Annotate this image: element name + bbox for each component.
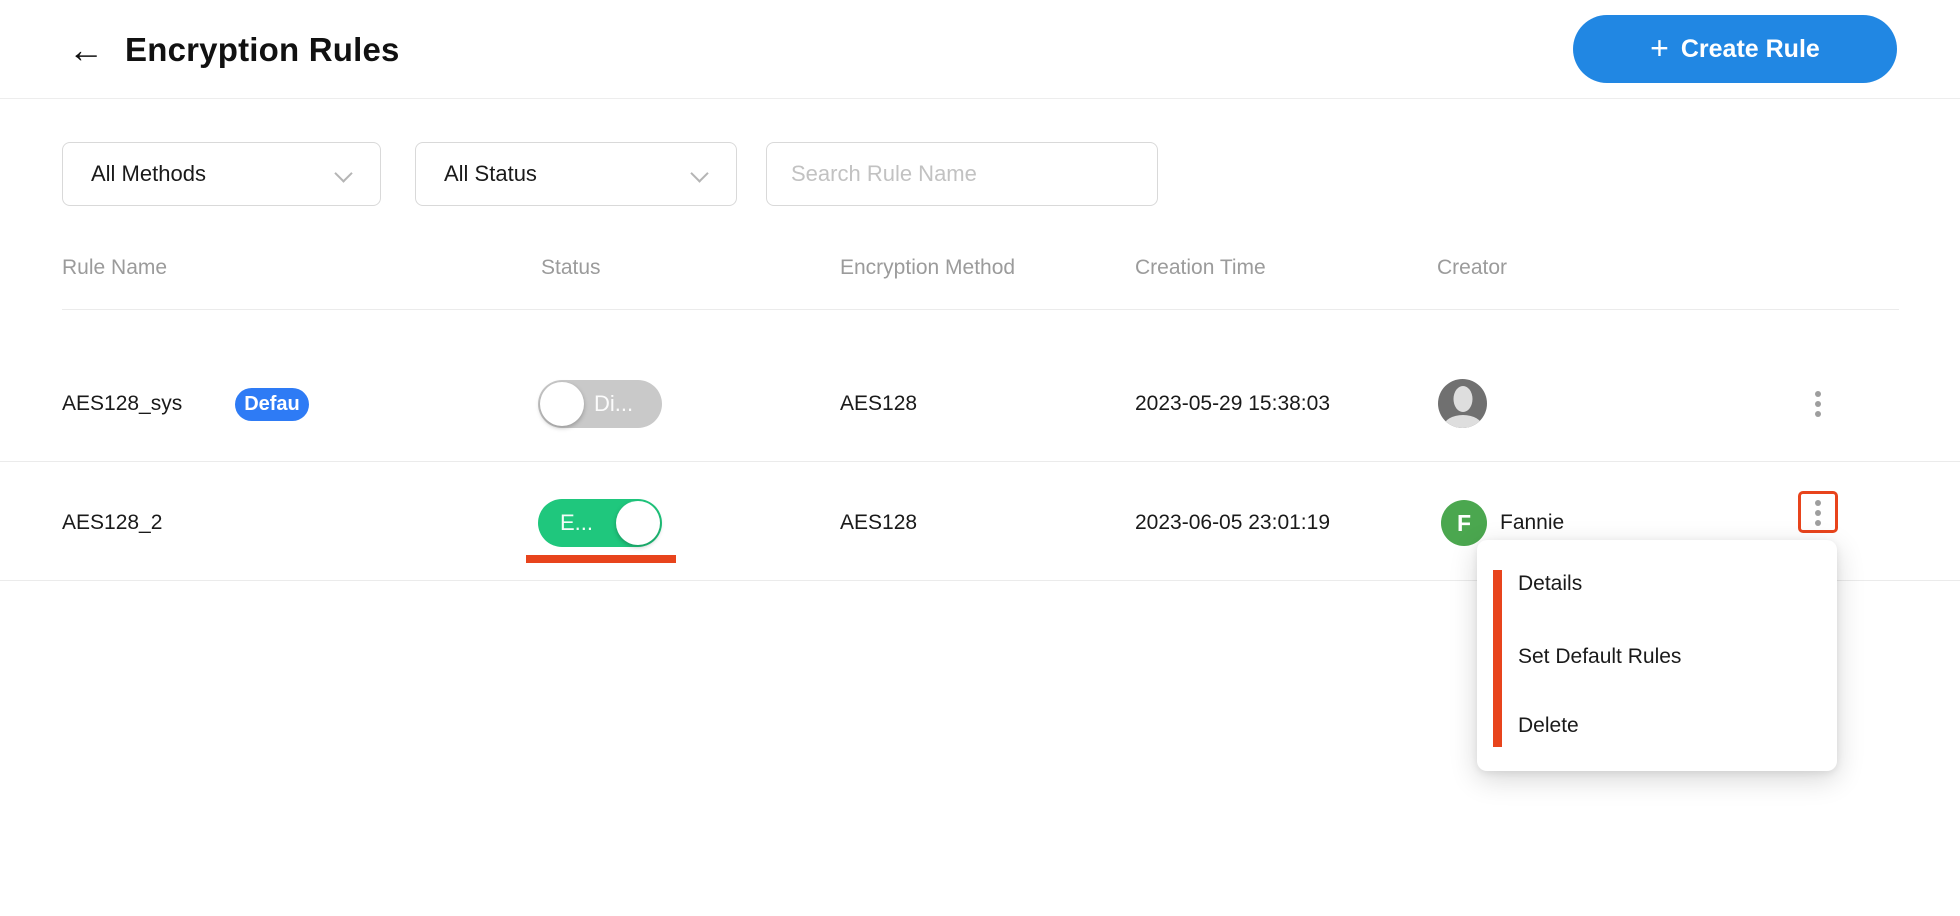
toggle-label: Di... [594, 391, 634, 416]
encryption-method: AES128 [840, 392, 918, 415]
col-header-creator: Creator [1437, 256, 1508, 279]
kebab-dot [1815, 411, 1821, 417]
search-box [766, 142, 1158, 206]
kebab-dot [1815, 391, 1821, 397]
menu-accent-bar [1493, 570, 1502, 747]
creation-time: 2023-05-29 15:38:03 [1135, 392, 1330, 415]
rule-name: AES128_sys [62, 392, 183, 415]
avatar [1438, 379, 1487, 428]
back-arrow-icon[interactable]: ← [64, 28, 108, 72]
status-filter-select[interactable]: All Status [415, 142, 737, 206]
toggle-knob [616, 501, 660, 545]
avatar: F [1441, 500, 1487, 546]
encryption-method: AES128 [840, 511, 918, 534]
create-rule-button[interactable]: + Create Rule [1573, 15, 1897, 83]
toggle-knob [540, 382, 584, 426]
col-header-encryption-method: Encryption Method [840, 256, 1016, 279]
method-filter-value: All Methods [91, 161, 206, 186]
chevron-down-icon [334, 164, 353, 183]
method-filter-select[interactable]: All Methods [62, 142, 381, 206]
create-rule-label: Create Rule [1680, 34, 1820, 63]
col-header-status: Status [541, 256, 601, 279]
menu-item-set-default-rules[interactable]: Set Default Rules [1518, 645, 1681, 669]
filter-bar: All Methods All Status [0, 142, 1960, 206]
creator-name: Fannie [1500, 511, 1565, 534]
toggle-label: E... [560, 510, 594, 535]
col-header-creation-time: Creation Time [1135, 256, 1266, 279]
status-filter-value: All Status [444, 161, 537, 186]
rule-name: AES128_2 [62, 511, 163, 534]
kebab-dot [1815, 401, 1821, 407]
avatar-shoulders-shape [1443, 415, 1482, 428]
search-rule-name-input[interactable] [766, 142, 1158, 206]
page-header: ← Encryption Rules + Create Rule [0, 0, 1960, 99]
status-annotation-underline [526, 555, 676, 563]
actions-context-menu: Details Set Default Rules Delete [1477, 540, 1837, 771]
plus-icon: + [1650, 29, 1669, 66]
menu-item-delete[interactable]: Delete [1518, 714, 1579, 738]
creation-time: 2023-06-05 23:01:19 [1135, 511, 1330, 534]
page-title: Encryption Rules [125, 31, 400, 68]
chevron-down-icon [690, 164, 709, 183]
status-toggle[interactable]: Di... [538, 380, 662, 428]
status-toggle[interactable]: E... [538, 499, 662, 547]
more-actions-button[interactable] [1802, 384, 1834, 424]
encryption-rules-page: ← Encryption Rules + Create Rule All Met… [0, 0, 1960, 916]
col-header-rule-name: Rule Name [62, 256, 168, 279]
menu-item-details[interactable]: Details [1518, 572, 1582, 596]
kebab-annotation-box [1798, 491, 1838, 533]
avatar-head-shape [1453, 386, 1472, 412]
default-badge: Defau [235, 388, 309, 421]
table-row: AES128_sys Defau Di... AES128 2023-05-29… [0, 310, 1960, 462]
